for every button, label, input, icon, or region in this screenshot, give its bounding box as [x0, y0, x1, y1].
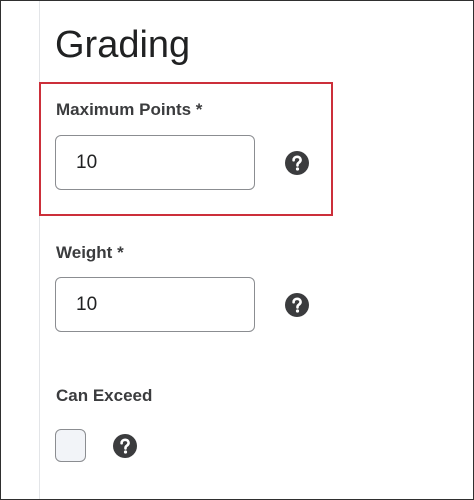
can-exceed-checkbox[interactable]: [55, 429, 86, 462]
max-points-input[interactable]: [55, 135, 255, 190]
weight-label: Weight *: [56, 243, 124, 262]
max-points-help-icon[interactable]: [285, 151, 309, 175]
weight-input[interactable]: [55, 277, 255, 332]
left-divider: [39, 1, 40, 499]
page-title: Grading: [55, 24, 191, 66]
weight-help-icon[interactable]: [285, 293, 309, 317]
max-points-label: Maximum Points *: [56, 100, 203, 119]
can-exceed-label: Can Exceed: [56, 386, 153, 405]
grading-panel: Grading Maximum Points * Weight * Can Ex…: [0, 0, 474, 500]
can-exceed-help-icon[interactable]: [113, 434, 137, 458]
